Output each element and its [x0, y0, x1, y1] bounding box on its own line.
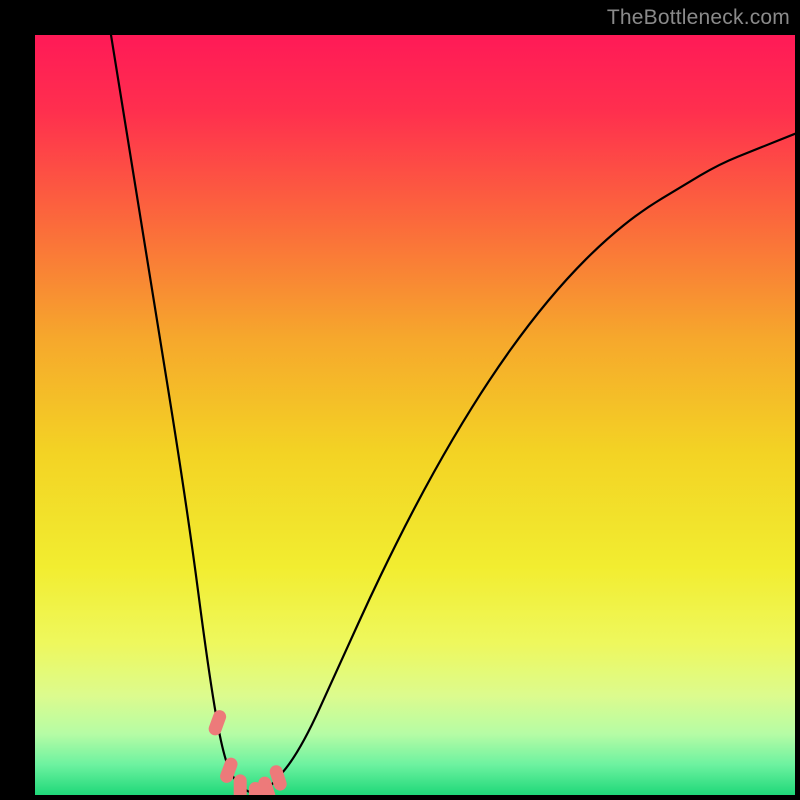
watermark-text: TheBottleneck.com [607, 6, 790, 30]
bottleneck-curve [111, 35, 795, 793]
optimal-marker [234, 774, 247, 795]
optimal-zone-markers [207, 708, 289, 795]
curve-layer [35, 35, 795, 795]
optimal-marker [207, 708, 228, 737]
chart-frame: TheBottleneck.com [0, 0, 800, 800]
plot-area [35, 35, 795, 795]
